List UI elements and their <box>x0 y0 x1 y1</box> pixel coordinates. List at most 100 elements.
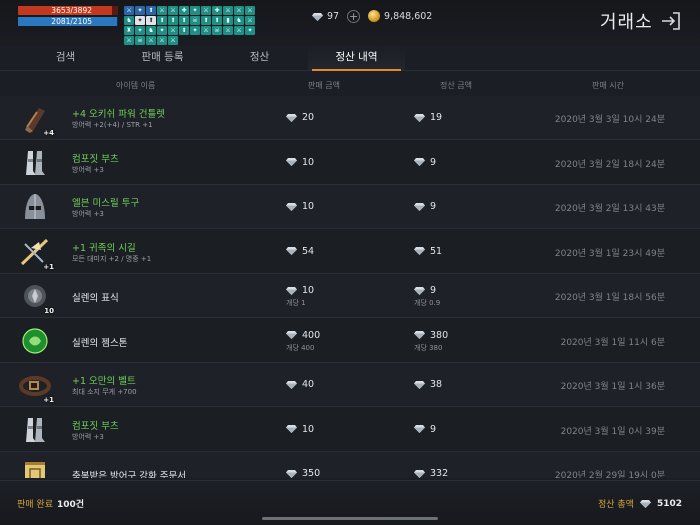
item-name: 실렌의 표식 <box>72 293 119 304</box>
buff-icon: ⚔ <box>223 6 233 15</box>
sale-amount: 40 <box>286 379 314 390</box>
column-name: 아이템 이름 <box>116 81 156 90</box>
completed-label: 판매 완료 <box>17 500 53 510</box>
list-item[interactable]: +4 +4 오키쉬 파워 건틀렛 방어력 +2(+4) / STR +1 20 19 20… <box>0 96 700 140</box>
item-stats: 방어력 +3 <box>72 432 104 441</box>
buff-icon: ⚔ <box>245 6 255 15</box>
sale-amount: 10 <box>286 157 314 168</box>
gem-icon <box>17 323 53 359</box>
settlement-history-list[interactable]: +4 +4 오키쉬 파워 건틀렛 방어력 +2(+4) / STR +1 20 19 20… <box>0 96 700 478</box>
diamond-icon <box>286 286 297 295</box>
buff-icon: ✦ <box>245 26 255 35</box>
column-settle: 정산 금액 <box>440 81 472 90</box>
diamond-icon <box>414 331 425 339</box>
diamond-currency: 97 + <box>312 10 361 23</box>
buff-icon: ✦ <box>135 6 145 15</box>
sale-time: 2020년 3월 1일 11시 6분 <box>560 337 665 348</box>
list-item[interactable]: +1 +1 귀족의 시길 모든 대미지 +2 / 명중 +1 54 51 2020년 3월… <box>0 229 700 274</box>
diamond-icon <box>286 202 297 211</box>
list-item[interactable]: 10 실렌의 표식 10 개당 1 9 개당 0.9 2020년 3월 1일 18시 56분 <box>0 274 700 318</box>
buff-icon: ⬆ <box>179 16 189 25</box>
buff-icon: ✦ <box>190 26 200 35</box>
sale-value: 350 <box>302 468 321 478</box>
sale-amount: 350 <box>286 468 320 478</box>
diamond-icon <box>286 331 297 339</box>
buff-icon: ⬆ <box>179 26 189 35</box>
add-diamond-button[interactable]: + <box>347 10 361 23</box>
diamond-icon <box>414 286 425 295</box>
tab-1[interactable]: 판매 등록 <box>114 45 211 70</box>
buff-icon: ⚔ <box>146 36 156 45</box>
gold-currency: 9,848,602 <box>368 10 432 22</box>
buff-icon: ⬆ <box>168 16 178 25</box>
total-label: 정산 총액 <box>597 500 634 510</box>
item-name: +1 오만의 벨트 <box>72 376 136 387</box>
completed-value: 100건 <box>56 500 85 510</box>
item-name: 엘븐 미스릴 투구 <box>72 198 140 209</box>
buff-icon: ⚔ <box>234 26 244 35</box>
item-enhance-level: +1 <box>43 262 54 271</box>
total-value: 5102 <box>656 498 682 509</box>
boots-icon <box>17 145 53 181</box>
diamond-icon <box>414 380 425 389</box>
list-item[interactable]: 실렌의 젬스톤 400 개당 400 380 개당 380 2020년 3월 1일 11시… <box>0 318 700 363</box>
helm-icon <box>17 189 53 225</box>
buff-icon: ⬆ <box>157 16 167 25</box>
item-name: 축복받은 방어구 강화 주문서 <box>72 471 186 478</box>
buff-icon: ✚ <box>179 6 189 15</box>
buff-icons: ⚔ ✦ ⬆ ⚔ ⚔ ✚ ✦ ⚔ ✚ ⚔ ⚔ ⚔ ♞ ✦ ⬆ ⬆ ⬆ ⬆ ☠ ⬆ ⬆ ▮ ♞ ⚔ ♜ ✦ ♞ ✦ ⚔ ⬆ ✦ ⚔ ☠ ⚔ ⚔ ✦ ⚔ ☠ ⚔ ⚔… <box>124 6 258 45</box>
sale-value: 400 <box>302 329 321 341</box>
buff-icon: ⚔ <box>168 6 178 15</box>
sale-time: 2020년 3월 1일 18시 56분 <box>554 293 665 303</box>
settle-value: 9 <box>430 285 437 296</box>
buff-icon: ⚔ <box>157 6 167 15</box>
diamond-icon <box>414 158 425 166</box>
belt-icon: +1 <box>17 367 54 404</box>
item-name: +4 오키쉬 파워 건틀렛 <box>72 109 165 120</box>
sale-amount: 10 <box>286 285 314 296</box>
tab-0[interactable]: 검색 <box>17 45 114 70</box>
sale-value: 10 <box>302 156 315 168</box>
buff-icon: ☠ <box>135 36 145 45</box>
buff-icon: ⚔ <box>201 6 211 15</box>
gauntlet-icon: +4 <box>17 100 54 137</box>
column-time: 판매 시간 <box>592 81 624 90</box>
sale-time: 2020년 2월 29일 19시 0분 <box>554 471 665 478</box>
list-item[interactable]: 엘븐 미스릴 투구 방어력 +3 10 9 2020년 3월 2일 13시 43분 <box>0 185 700 229</box>
diamond-icon <box>414 469 425 478</box>
buff-icon: ⚔ <box>223 26 233 35</box>
item-name: +1 귀족의 시길 <box>72 242 136 254</box>
diamond-icon <box>286 425 297 433</box>
diamond-icon <box>312 12 323 21</box>
settle-amount: 51 <box>414 246 442 257</box>
diamond-icon <box>414 425 425 433</box>
diamond-icon <box>414 113 425 122</box>
sale-time: 2020년 3월 1일 23시 49분 <box>554 248 665 259</box>
tab-3[interactable]: 정산 내역 <box>308 45 405 71</box>
sale-time: 2020년 3월 1일 1시 36분 <box>560 382 665 392</box>
settle-value: 38 <box>430 379 443 390</box>
list-item[interactable]: 축복받은 방어구 강화 주문서 350 332 2020년 2월 29일 19시 0분 <box>0 452 700 478</box>
page-title: 거래소 <box>600 12 653 33</box>
list-item[interactable]: 컴포짓 부츠 방어력 +3 10 9 2020년 3월 1일 0시 39분 <box>0 407 700 452</box>
settle-value: 380 <box>430 329 449 341</box>
completed-count: 판매 완료 100건 <box>17 497 84 510</box>
list-item[interactable]: 컴포짓 부츠 방어력 +3 10 9 2020년 3월 2일 18시 24분 <box>0 140 700 185</box>
settle-unit-price: 개당 380 <box>414 343 443 352</box>
exit-icon[interactable] <box>660 10 682 32</box>
settle-amount: 19 <box>414 112 442 123</box>
tab-2[interactable]: 정산 <box>211 45 308 70</box>
settle-unit-price: 개당 0.9 <box>414 299 441 307</box>
settle-amount: 9 <box>414 424 436 435</box>
sale-unit-price: 개당 1 <box>286 299 306 307</box>
buff-icon: ♜ <box>124 26 134 35</box>
buff-icon: ⚔ <box>168 36 178 45</box>
hp-text: 3653/3892 <box>51 6 92 15</box>
buff-icon: ✦ <box>135 26 145 35</box>
diamond-icon <box>286 113 297 122</box>
buff-icon: ✦ <box>190 6 200 15</box>
settle-amount: 9 <box>414 285 436 296</box>
home-indicator[interactable] <box>262 517 438 520</box>
mp-text: 2081/2105 <box>51 17 92 26</box>
list-item[interactable]: +1 +1 오만의 벨트 최대 소지 무게 +700 40 38 2020년 3월 1일 … <box>0 363 700 407</box>
